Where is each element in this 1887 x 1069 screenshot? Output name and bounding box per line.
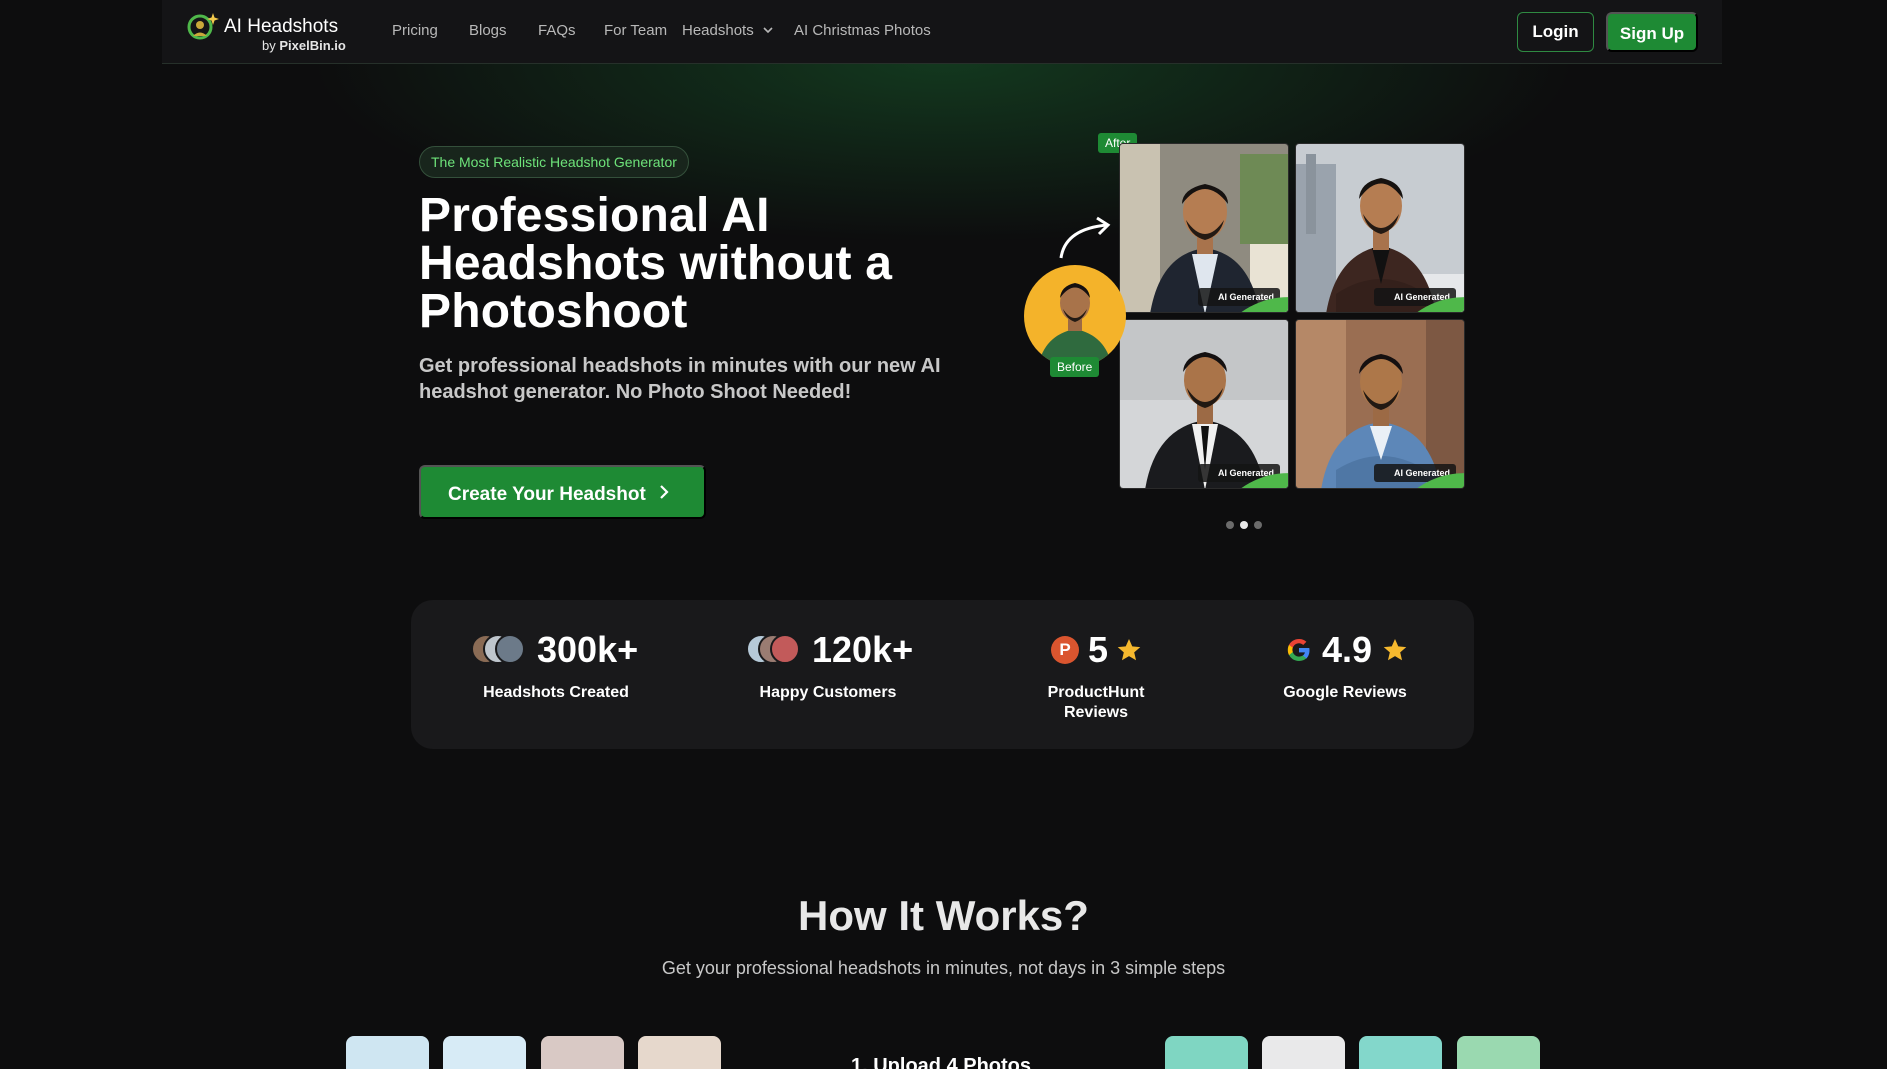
result-sample-photo-2 bbox=[1262, 1036, 1345, 1069]
before-image bbox=[1038, 283, 1112, 367]
result-sample-photo-4 bbox=[1457, 1036, 1540, 1069]
ai-generated-icon bbox=[1417, 297, 1464, 312]
carousel-dot-3[interactable] bbox=[1254, 521, 1262, 529]
avatar bbox=[770, 634, 800, 664]
top-nav: AI Headshots by PixelBin.io Pricing Blog… bbox=[162, 0, 1722, 64]
stat-label-google: Google Reviews bbox=[1283, 684, 1407, 701]
logo-icon bbox=[187, 13, 219, 40]
ai-generated-icon bbox=[1417, 473, 1464, 488]
carousel-dot-1[interactable] bbox=[1226, 521, 1234, 529]
chevron-right-icon bbox=[660, 485, 669, 499]
star-icon bbox=[1383, 638, 1407, 661]
producthunt-icon: P bbox=[1051, 636, 1079, 664]
ai-generated-tag: AI Generated bbox=[1197, 288, 1288, 312]
headshot-photo-4: AI Generated bbox=[1295, 319, 1465, 489]
logo-by: by bbox=[262, 38, 276, 53]
google-icon bbox=[1287, 639, 1310, 661]
nav-link-blogs[interactable]: Blogs bbox=[469, 22, 507, 39]
how-it-works-subtitle: Get your professional headshots in minut… bbox=[661, 958, 1226, 978]
before-photo bbox=[1024, 265, 1126, 367]
ai-generated-icon bbox=[1241, 297, 1288, 312]
login-button[interactable]: Login bbox=[1517, 12, 1594, 52]
result-sample-photo-3 bbox=[1359, 1036, 1442, 1069]
nav-link-pricing[interactable]: Pricing bbox=[392, 22, 438, 39]
avatar bbox=[495, 634, 525, 664]
create-headshot-label: Create Your Headshot bbox=[448, 484, 646, 505]
before-badge: Before bbox=[1050, 357, 1100, 377]
headshot-photo-1: AI Generated bbox=[1119, 143, 1289, 313]
stat-value-customers: 120k+ bbox=[812, 629, 914, 670]
hero-subtitle: Get professional headshots in minutes wi… bbox=[419, 355, 941, 403]
stat-label-producthunt: ProductHunt Reviews bbox=[1047, 684, 1145, 721]
logo-title: AI Headshots bbox=[224, 16, 339, 37]
nav-link-for-team[interactable]: For Team bbox=[604, 22, 667, 39]
logo-brand: PixelBin.io bbox=[279, 38, 346, 53]
curved-arrow-icon bbox=[1059, 216, 1111, 259]
headshot-photo-2: AI Generated bbox=[1295, 143, 1465, 313]
stats-panel: 300k+ Headshots Created 120k+ Happy Cust… bbox=[411, 600, 1474, 749]
nav-link-headshots[interactable]: Headshots bbox=[682, 22, 754, 39]
how-it-works-title: How It Works? bbox=[798, 892, 1089, 939]
stat-value-google: 4.9 bbox=[1322, 629, 1373, 670]
upload-sample-photo-2 bbox=[443, 1036, 526, 1069]
upload-sample-photo-3 bbox=[541, 1036, 624, 1069]
stat-value-producthunt: 5 bbox=[1088, 629, 1109, 670]
headshot-photo-3: AI Generated bbox=[1119, 319, 1289, 489]
stat-label-headshots: Headshots Created bbox=[483, 684, 629, 701]
hero-badge: The Most Realistic Headshot Generator bbox=[419, 146, 689, 178]
upload-sample-photo-1 bbox=[346, 1036, 429, 1069]
nav-link-ai-christmas-photos[interactable]: AI Christmas Photos bbox=[794, 22, 931, 39]
star-icon bbox=[1117, 638, 1141, 661]
stat-label-customers: Happy Customers bbox=[759, 684, 897, 701]
logo-subtitle: by PixelBin.io bbox=[262, 38, 346, 53]
chevron-down-icon[interactable] bbox=[762, 24, 774, 36]
ai-generated-tag: AI Generated bbox=[1373, 288, 1464, 312]
ai-generated-tag: AI Generated bbox=[1373, 464, 1464, 488]
logo[interactable]: AI Headshots by PixelBin.io bbox=[186, 10, 346, 54]
step-title: 1. Upload 4 Photos bbox=[851, 1055, 1032, 1069]
ai-generated-icon bbox=[1241, 473, 1288, 488]
hero-title: Professional AI Headshots without a Phot… bbox=[419, 189, 893, 338]
upload-sample-photo-4 bbox=[638, 1036, 721, 1069]
ai-generated-tag: AI Generated bbox=[1197, 464, 1288, 488]
nav-link-faqs[interactable]: FAQs bbox=[538, 22, 576, 39]
stat-value-headshots: 300k+ bbox=[537, 629, 639, 670]
carousel-dot-2[interactable] bbox=[1240, 521, 1248, 529]
result-sample-photo-1 bbox=[1165, 1036, 1248, 1069]
signup-button[interactable]: Sign Up bbox=[1606, 12, 1698, 52]
